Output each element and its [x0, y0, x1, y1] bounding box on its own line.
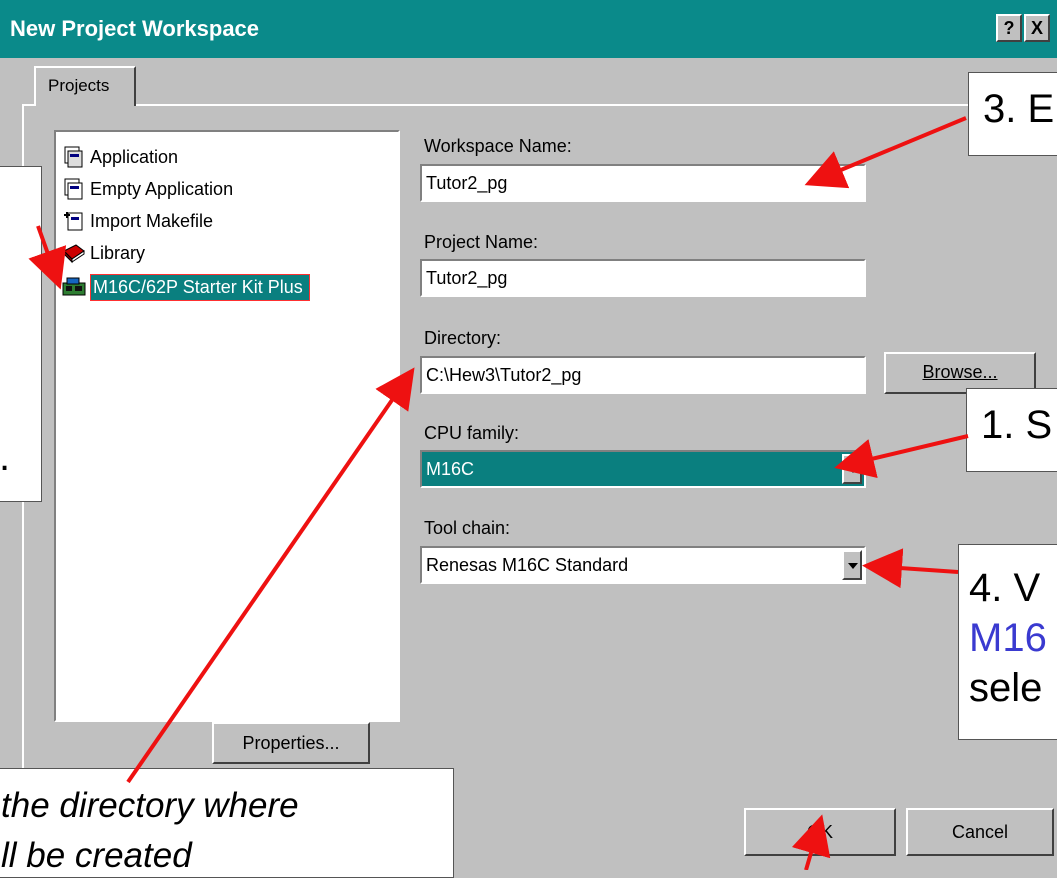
project-type-list[interactable]: Application Empty Application Import Mak…: [54, 130, 400, 722]
callout-step3: 3. E: [968, 72, 1057, 156]
callout-step1: 1. S: [966, 388, 1057, 472]
properties-button[interactable]: Properties...: [212, 722, 370, 764]
close-button[interactable]: X: [1024, 14, 1050, 42]
callout-left-text: .: [0, 435, 11, 479]
callout-step4-line3: sele: [969, 666, 1043, 710]
callout-directory-line1: the directory where: [1, 786, 299, 825]
tool-chain-label: Tool chain:: [424, 518, 511, 538]
list-item-label: Import Makefile: [90, 210, 214, 231]
help-button[interactable]: ?: [996, 14, 1022, 42]
project-name-input[interactable]: Tutor2_pg: [420, 259, 866, 297]
directory-input[interactable]: C:\Hew3\Tutor2_pg: [420, 356, 866, 394]
cpu-family-label: CPU family:: [424, 423, 520, 443]
list-item-starter-kit[interactable]: M16C/62P Starter Kit Plus: [62, 272, 310, 302]
list-item-label: Library: [90, 242, 146, 263]
cancel-button[interactable]: Cancel: [906, 808, 1054, 856]
window-title: New Project Workspace: [10, 16, 260, 41]
empty-application-icon: [62, 177, 86, 201]
ok-button[interactable]: OK: [744, 808, 896, 856]
list-item-label: M16C/62P Starter Kit Plus: [90, 273, 310, 301]
import-makefile-icon: [62, 209, 86, 233]
callout-step4: 4. V M16 sele: [958, 544, 1057, 740]
chevron-down-icon[interactable]: [842, 454, 862, 484]
list-item-library[interactable]: Library: [62, 238, 145, 268]
workspace-name-input[interactable]: Tutor2_pg: [420, 164, 866, 202]
application-icon: [62, 145, 86, 169]
callout-step4-line2: M16: [969, 616, 1047, 660]
callout-directory-note: the directory where ll be created: [0, 768, 454, 878]
callout-left: .: [0, 166, 42, 502]
library-icon: [62, 241, 86, 265]
tool-chain-value: Renesas M16C Standard: [426, 555, 629, 575]
cpu-family-value: M16C: [426, 459, 475, 479]
title-bar: New Project Workspace ? X: [0, 0, 1057, 58]
workspace-name-label: Workspace Name:: [424, 136, 572, 156]
chevron-down-icon[interactable]: [842, 550, 862, 580]
project-name-label: Project Name:: [424, 232, 539, 252]
directory-label: Directory:: [424, 328, 502, 348]
callout-directory-line2: ll be created: [1, 836, 192, 875]
list-item-application[interactable]: Application: [62, 142, 178, 172]
tab-projects[interactable]: Projects: [34, 66, 136, 106]
cpu-family-select[interactable]: M16C: [420, 450, 866, 488]
tool-chain-select[interactable]: Renesas M16C Standard: [420, 546, 866, 584]
list-item-label: Empty Application: [90, 178, 234, 199]
list-item-label: Application: [90, 146, 179, 167]
list-item-import-makefile[interactable]: Import Makefile: [62, 206, 213, 236]
callout-step4-line1: 4. V: [969, 566, 1041, 610]
list-item-empty-application[interactable]: Empty Application: [62, 174, 233, 204]
board-icon: [62, 275, 86, 299]
